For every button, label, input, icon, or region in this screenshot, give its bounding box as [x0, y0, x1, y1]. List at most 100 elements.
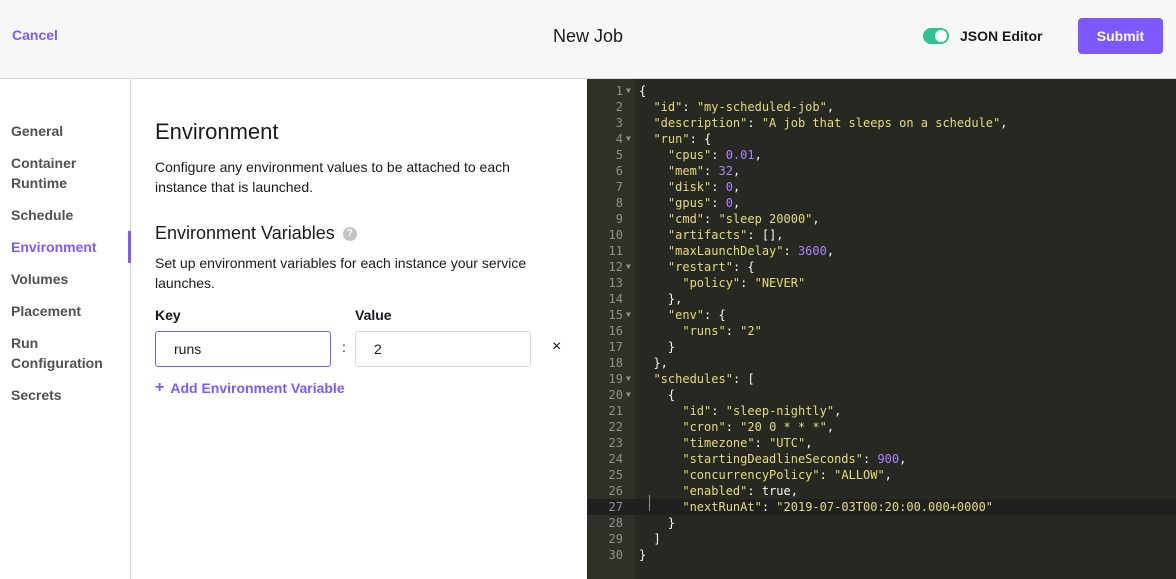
- code-text: "cron": "20 0 * * *",: [682, 420, 835, 434]
- code-text: "disk": 0,: [667, 180, 741, 194]
- sidebar-item-general[interactable]: General: [11, 121, 126, 141]
- toggle-switch[interactable]: [923, 28, 949, 44]
- code-text: }: [639, 548, 647, 562]
- code-text: }: [639, 516, 676, 530]
- code-text: "nextRunAt": "2019-07-03T00:20:00.000+00…: [682, 500, 994, 514]
- json-editor-label: JSON Editor: [960, 28, 1043, 44]
- line-number: 28: [608, 516, 623, 530]
- sidebar-item-schedule[interactable]: Schedule: [11, 205, 126, 225]
- code-line[interactable]: 26 "enabled": true,: [587, 483, 1176, 499]
- value-input[interactable]: [355, 331, 531, 367]
- code-text: "cpus": 0.01,: [667, 148, 762, 162]
- code-line[interactable]: 16 "runs": "2": [587, 323, 1176, 339]
- line-number: 4: [615, 132, 623, 146]
- code-line[interactable]: 18 },: [587, 355, 1176, 371]
- code-line[interactable]: 2 "id": "my-scheduled-job",: [587, 99, 1176, 115]
- code-line[interactable]: 29 ]: [587, 531, 1176, 547]
- code-line[interactable]: 20 ▼ {: [587, 387, 1176, 403]
- caret-down-icon[interactable]: ▼: [626, 307, 631, 323]
- code-text: "artifacts": [],: [667, 228, 784, 242]
- code-text: {: [639, 84, 647, 98]
- line-number: 17: [608, 340, 623, 354]
- code-line[interactable]: 15 ▼ "env": {: [587, 307, 1176, 323]
- code-text: "enabled": true,: [682, 484, 798, 498]
- key-value-separator: :: [342, 339, 346, 355]
- code-text: "mem": 32,: [667, 164, 741, 178]
- code-line[interactable]: 9 "cmd": "sleep 20000",: [587, 211, 1176, 227]
- key-input[interactable]: [155, 331, 331, 367]
- code-line[interactable]: 19 ▼ "schedules": [: [587, 371, 1176, 387]
- code-line[interactable]: 8 "gpus": 0,: [587, 195, 1176, 211]
- cancel-button[interactable]: Cancel: [12, 27, 58, 43]
- code-line[interactable]: 5 "cpus": 0.01,: [587, 147, 1176, 163]
- caret-down-icon[interactable]: ▼: [626, 387, 631, 403]
- code-text: "schedules": [: [653, 372, 755, 386]
- code-line[interactable]: 6 "mem": 32,: [587, 163, 1176, 179]
- add-environment-variable-label: Add Environment Variable: [170, 380, 345, 396]
- plus-icon: +: [155, 379, 165, 396]
- code-text: },: [639, 356, 668, 370]
- code-line[interactable]: 11 "maxLaunchDelay": 3600,: [587, 243, 1176, 259]
- line-number: 7: [615, 180, 623, 194]
- code-line[interactable]: 24 "startingDeadlineSeconds": 900,: [587, 451, 1176, 467]
- code-line[interactable]: 13 "policy": "NEVER": [587, 275, 1176, 291]
- sidebar-item-secrets[interactable]: Secrets: [11, 385, 126, 405]
- code-line[interactable]: 25 "concurrencyPolicy": "ALLOW",: [587, 467, 1176, 483]
- line-number: 16: [608, 324, 623, 338]
- code-line[interactable]: 22 "cron": "20 0 * * *",: [587, 419, 1176, 435]
- line-number: 23: [608, 436, 623, 450]
- section-description: Configure any environment values to be a…: [155, 159, 510, 195]
- close-icon[interactable]: ×: [552, 338, 561, 356]
- submit-button[interactable]: Submit: [1078, 18, 1163, 54]
- caret-down-icon[interactable]: ▼: [626, 131, 631, 147]
- code-text: "maxLaunchDelay": 3600,: [667, 244, 835, 258]
- sidebar-item-environment[interactable]: Environment: [11, 237, 126, 257]
- code-line[interactable]: 14 },: [587, 291, 1176, 307]
- code-line[interactable]: 23 "timezone": "UTC",: [587, 435, 1176, 451]
- line-number: 15: [608, 308, 623, 322]
- code-line[interactable]: 7 "disk": 0,: [587, 179, 1176, 195]
- code-line[interactable]: 4 ▼ "run": {: [587, 131, 1176, 147]
- code-line[interactable]: 30}: [587, 547, 1176, 563]
- code-line[interactable]: 17 }: [587, 339, 1176, 355]
- line-number: 8: [615, 196, 623, 210]
- code-text: "timezone": "UTC",: [682, 436, 813, 450]
- line-number: 29: [608, 532, 623, 546]
- caret-down-icon[interactable]: ▼: [626, 259, 631, 275]
- code-text: "policy": "NEVER": [682, 276, 806, 290]
- code-line[interactable]: 3 "description": "A job that sleeps on a…: [587, 115, 1176, 131]
- line-number: 24: [608, 452, 623, 466]
- line-number: 13: [608, 276, 623, 290]
- code-line[interactable]: 12 ▼ "restart": {: [587, 259, 1176, 275]
- header: Cancel New Job JSON Editor Submit: [0, 0, 1176, 79]
- line-number: 20: [608, 388, 623, 402]
- question-circle-icon[interactable]: ?: [342, 226, 357, 241]
- line-number: 27: [608, 500, 623, 514]
- sidebar-item-run-configuration[interactable]: Run Configuration: [11, 333, 126, 373]
- code-line[interactable]: 10 "artifacts": [],: [587, 227, 1176, 243]
- caret-down-icon[interactable]: ▼: [626, 83, 631, 99]
- code-text: "description": "A job that sleeps on a s…: [653, 116, 1008, 130]
- line-number: 25: [608, 468, 623, 482]
- code-text: },: [639, 292, 683, 306]
- key-label: Key: [155, 307, 181, 323]
- code-line[interactable]: 28 }: [587, 515, 1176, 531]
- sidebar-item-placement[interactable]: Placement: [11, 301, 126, 321]
- json-editor[interactable]: 1 ▼{2 "id": "my-scheduled-job", 3 "descrip…: [587, 79, 1176, 579]
- sidebar-item-container-runtime[interactable]: Container Runtime: [11, 153, 126, 193]
- code-text: "gpus": 0,: [667, 196, 741, 210]
- caret-down-icon[interactable]: ▼: [626, 371, 631, 387]
- code-text: "startingDeadlineSeconds": 900,: [682, 452, 907, 466]
- env-vars-description: Set up environment variables for each in…: [155, 255, 527, 291]
- line-number: 5: [615, 148, 623, 162]
- code-text: {: [639, 388, 676, 402]
- add-environment-variable-button[interactable]: + Add Environment Variable: [155, 379, 345, 397]
- sidebar-item-volumes[interactable]: Volumes: [11, 269, 126, 289]
- code-line[interactable]: 21 "id": "sleep-nightly",: [587, 403, 1176, 419]
- code-line[interactable]: 1 ▼ {: [587, 83, 1176, 99]
- code-text: "restart": {: [667, 260, 755, 274]
- code-text: "runs": "2": [682, 324, 762, 338]
- json-editor-toggle[interactable]: JSON Editor: [923, 27, 1042, 45]
- code-line[interactable]: 27 "nextRunAt": "2019-07-03T00:20:00.000…: [587, 499, 1176, 515]
- env-vars-heading: Environment Variables ?: [155, 223, 357, 244]
